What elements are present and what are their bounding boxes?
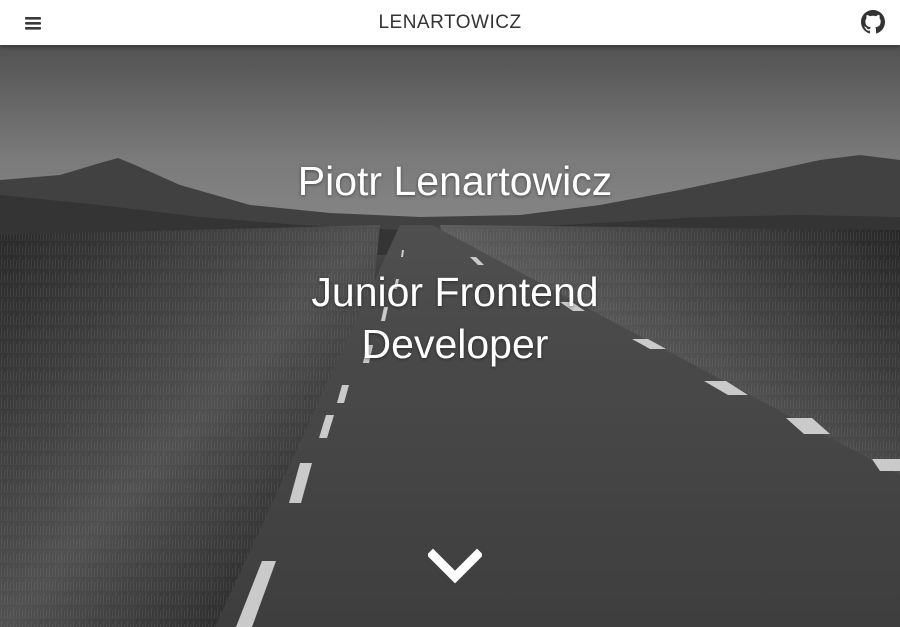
hamburger-menu-icon[interactable]	[24, 14, 42, 32]
hero-section: Piotr Lenartowicz Junior Frontend Develo…	[0, 45, 900, 627]
hero-name-heading: Piotr Lenartowicz	[297, 158, 613, 204]
site-brand[interactable]: LENARTOWICZ	[0, 0, 900, 45]
github-icon[interactable]	[861, 10, 885, 34]
navbar: LENARTOWICZ	[0, 0, 900, 45]
chevron-down-icon[interactable]	[426, 547, 484, 587]
hero-role-subheading: Junior Frontend Developer	[311, 269, 599, 367]
